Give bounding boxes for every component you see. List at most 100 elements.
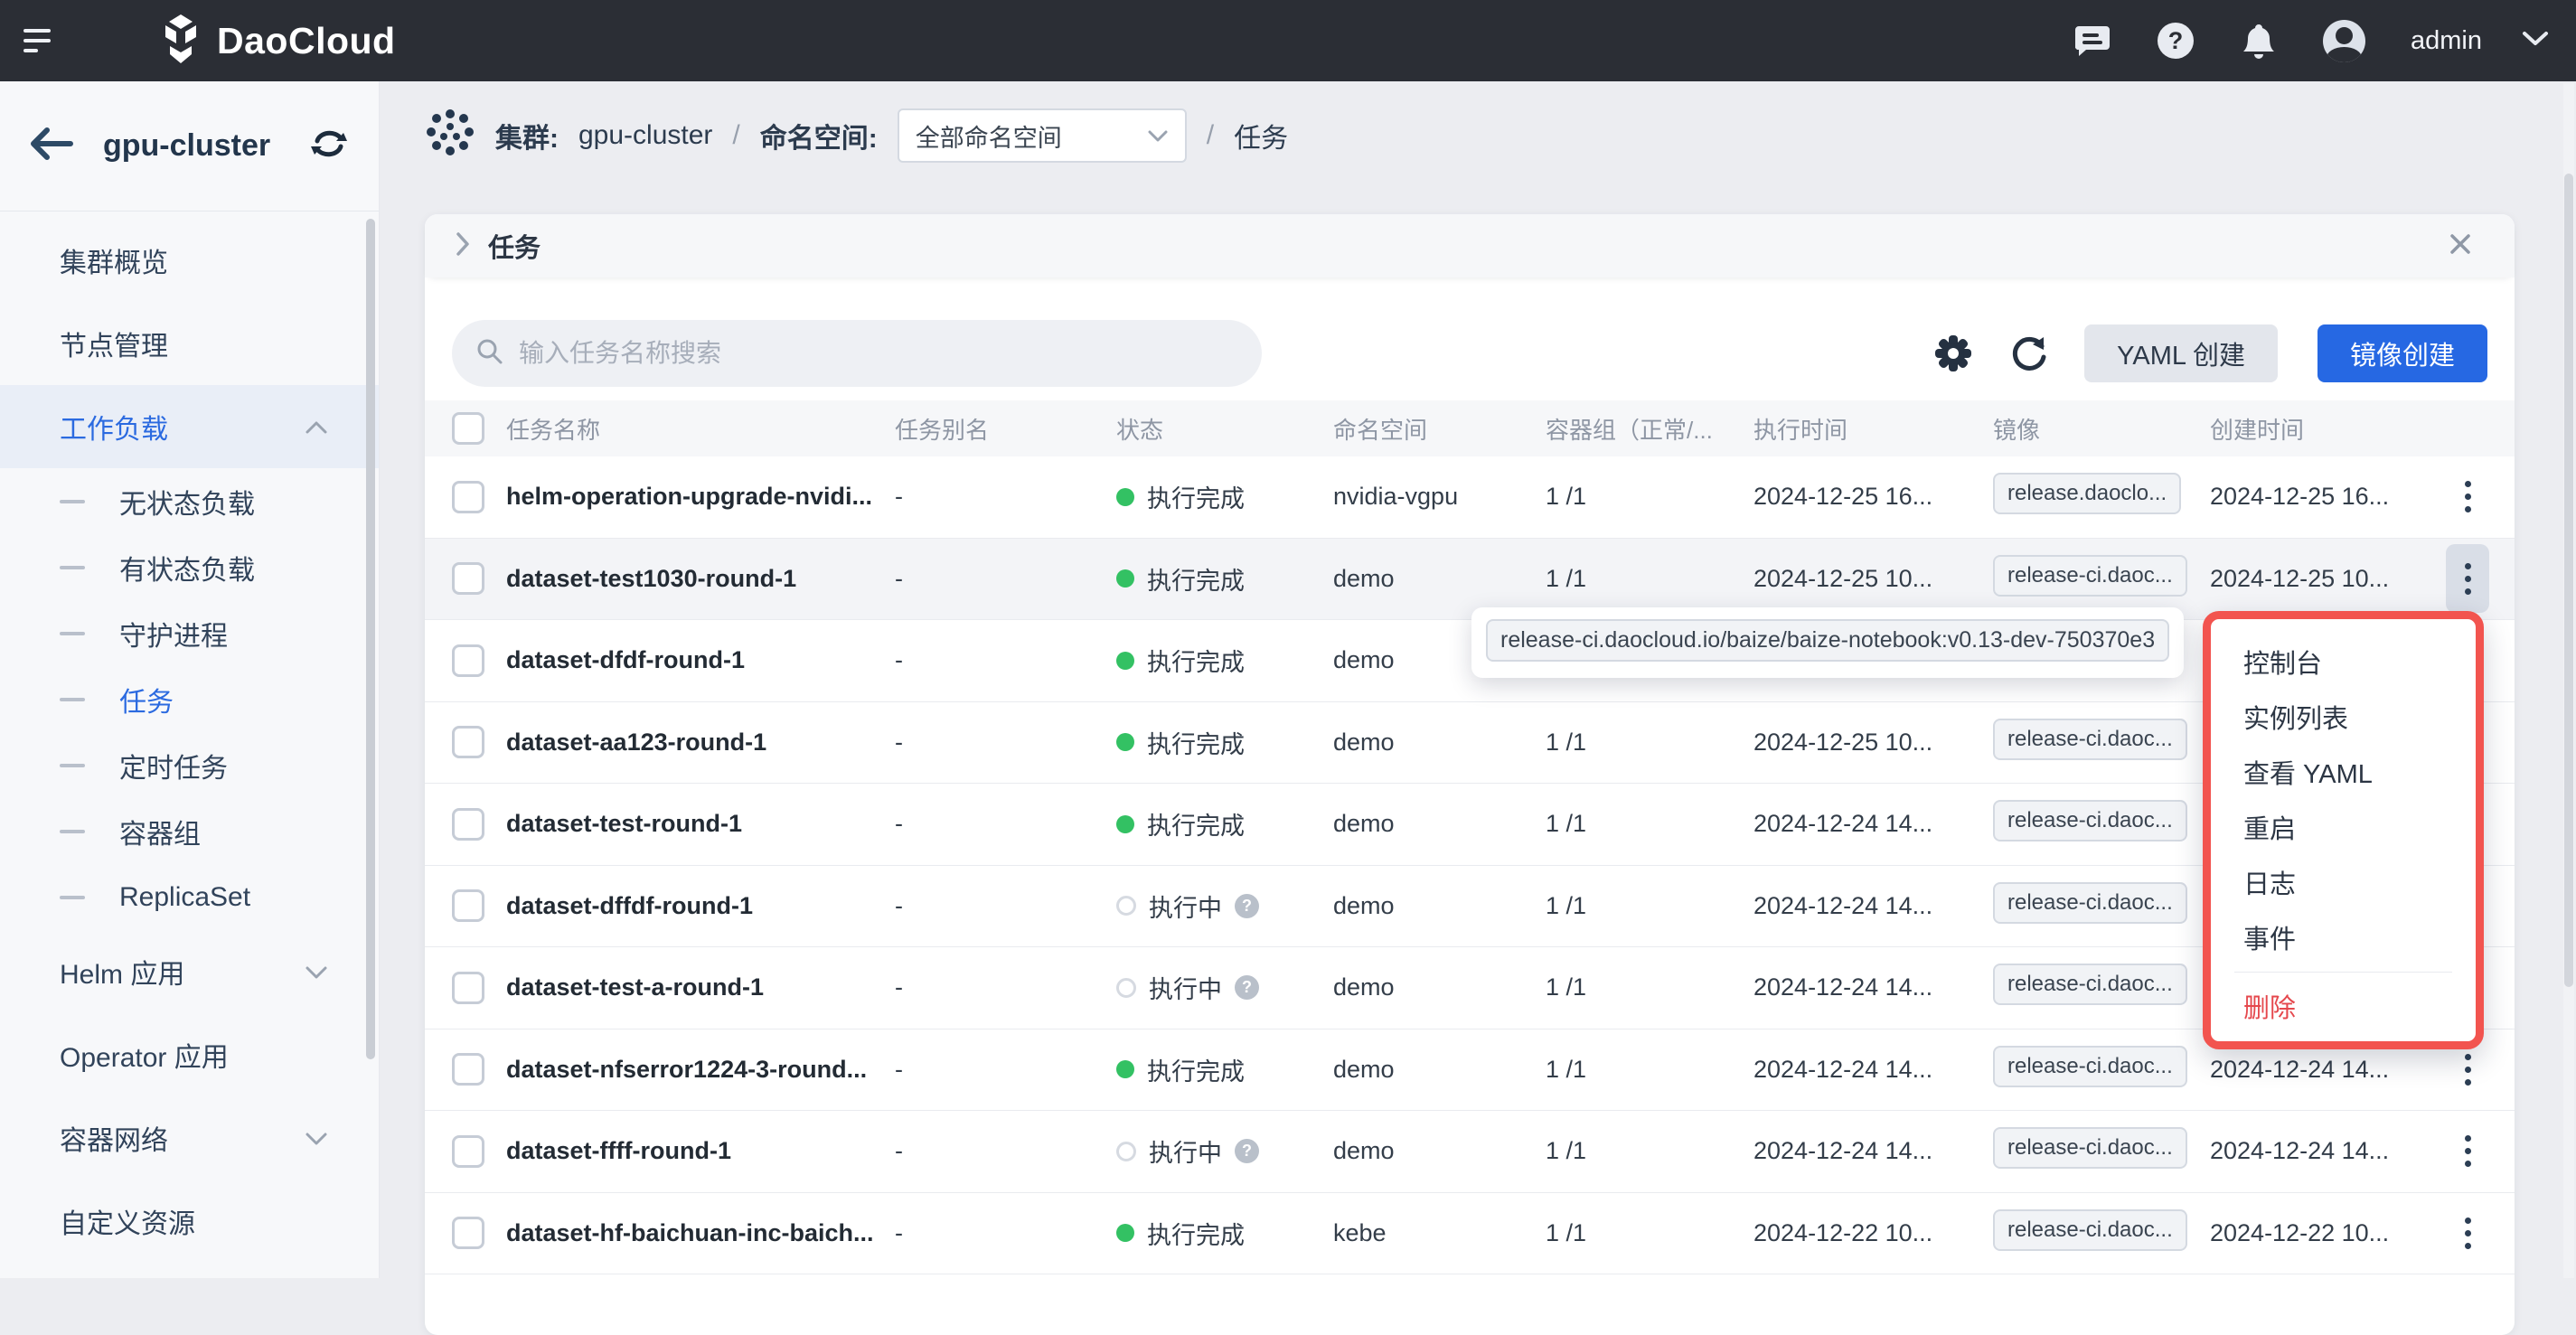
yaml-create-button[interactable]: YAML 创建 (2084, 324, 2278, 382)
sync-icon[interactable] (310, 127, 348, 165)
image-chip[interactable]: release-ci.daoc... (1993, 1209, 2187, 1251)
bell-icon[interactable] (2240, 22, 2278, 60)
kebab-icon[interactable] (2446, 1199, 2489, 1267)
row-checkbox[interactable] (452, 644, 484, 677)
dash-icon (60, 896, 85, 899)
close-icon[interactable] (2448, 231, 2473, 261)
image-cell: release-ci.daoc... (1993, 1209, 2210, 1257)
back-arrow-icon[interactable] (29, 127, 74, 165)
refresh-icon[interactable] (2008, 333, 2050, 374)
context-menu-item-1[interactable]: 实例列表 (2211, 689, 2476, 744)
row-checkbox[interactable] (452, 808, 484, 841)
sidebar-item-label: 自定义资源 (60, 1201, 195, 1241)
job-name-cell[interactable]: dataset-dfdf-round-1 (506, 646, 895, 674)
status-label: 执行完成 (1147, 643, 1245, 678)
sidebar-item-pods[interactable]: 容器组 (0, 798, 379, 864)
row-checkbox[interactable] (452, 481, 484, 513)
sidebar-item-helm-apps[interactable]: Helm 应用 (0, 930, 379, 1013)
sidebar-item-stateless-workloads[interactable]: 无状态负载 (0, 468, 379, 534)
status-cell: 执行完成 (1116, 479, 1333, 514)
job-name-cell[interactable]: dataset-test-round-1 (506, 810, 895, 838)
sidebar-item-replicaset[interactable]: ReplicaSet (0, 864, 379, 930)
image-chip[interactable]: release-ci.daoc... (1993, 1046, 2187, 1087)
sidebar-item-jobs[interactable]: 任务 (0, 666, 379, 732)
job-name-cell[interactable]: dataset-nfserror1224-3-round... (506, 1056, 895, 1084)
job-name-cell[interactable]: dataset-dffdf-round-1 (506, 892, 895, 920)
question-badge-icon[interactable]: ? (1235, 1139, 1259, 1163)
kebab-icon[interactable] (2446, 1117, 2489, 1186)
chevron-up-icon (305, 411, 328, 442)
image-chip[interactable]: release-ci.daoc... (1993, 964, 2187, 1005)
row-checkbox[interactable] (452, 972, 484, 1004)
sidebar-item-cronjobs[interactable]: 定时任务 (0, 732, 379, 798)
table-row: dataset-dfdf-round-1-执行完成demo (425, 620, 2515, 702)
sidebar-menu: 集群概览节点管理工作负载无状态负载有状态负载守护进程任务定时任务容器组Repli… (0, 212, 379, 1263)
table-row: dataset-test-a-round-1-执行中?demo1 /12024-… (425, 947, 2515, 1029)
chevron-right-icon[interactable] (454, 230, 472, 262)
sidebar-scrollbar[interactable] (366, 219, 375, 1059)
sidebar-item-cluster-overview[interactable]: 集群概览 (0, 219, 379, 302)
search-icon (475, 337, 504, 371)
job-name-cell[interactable]: dataset-test-a-round-1 (506, 973, 895, 1001)
row-checkbox[interactable] (452, 562, 484, 595)
created-time-cell: 2024-12-24 14... (2210, 1137, 2440, 1165)
row-checkbox[interactable] (452, 1053, 484, 1086)
image-chip[interactable]: release.daoclo... (1993, 473, 2181, 514)
context-menu-item-4[interactable]: 日志 (2211, 854, 2476, 909)
panel-tab-label[interactable]: 任务 (488, 227, 541, 265)
job-name-cell[interactable]: dataset-aa123-round-1 (506, 729, 895, 757)
chevron-down-icon[interactable] (2522, 31, 2549, 52)
help-icon[interactable]: ? (2157, 22, 2195, 60)
status-label: 执行完成 (1147, 1216, 1245, 1251)
exec-time-cell: 2024-12-24 14... (1753, 1056, 1993, 1084)
kebab-icon[interactable] (2446, 463, 2489, 531)
job-name-cell[interactable]: dataset-hf-baichuan-inc-baich... (506, 1219, 895, 1247)
page-scrollbar[interactable] (2563, 83, 2574, 1278)
search-box[interactable] (452, 320, 1262, 387)
row-checkbox[interactable] (452, 1135, 484, 1168)
job-name-cell[interactable]: helm-operation-upgrade-nvidi... (506, 483, 895, 511)
select-all-checkbox[interactable] (452, 412, 484, 445)
image-chip[interactable]: release-ci.daoc... (1993, 1127, 2187, 1169)
image-chip[interactable]: release-ci.daoc... (1993, 800, 2187, 841)
row-checkbox[interactable] (452, 1217, 484, 1249)
row-checkbox[interactable] (452, 889, 484, 922)
status-cell: 执行中? (1116, 888, 1333, 924)
job-name-cell[interactable]: dataset-test1030-round-1 (506, 565, 895, 593)
context-menu-item-delete[interactable]: 删除 (2211, 980, 2476, 1032)
sidebar-item-operator-apps[interactable]: Operator 应用 (0, 1013, 379, 1096)
job-name-cell[interactable]: dataset-ffff-round-1 (506, 1137, 895, 1165)
chat-icon[interactable] (2073, 22, 2111, 60)
context-menu-item-5[interactable]: 事件 (2211, 909, 2476, 964)
search-input[interactable] (519, 339, 1206, 368)
sidebar-item-stateful-workloads[interactable]: 有状态负载 (0, 534, 379, 600)
image-chip[interactable]: release-ci.daoc... (1993, 555, 2187, 597)
created-time-cell: 2024-12-25 16... (2210, 483, 2440, 511)
question-badge-icon[interactable]: ? (1235, 894, 1259, 918)
image-chip[interactable]: release-ci.daoc... (1993, 719, 2187, 760)
gear-icon[interactable] (1932, 333, 1974, 374)
sidebar-item-custom-resources[interactable]: 自定义资源 (0, 1180, 379, 1263)
breadcrumb-cluster-value[interactable]: gpu-cluster (578, 120, 712, 151)
row-checkbox[interactable] (452, 726, 484, 758)
pods-cell: 1 /1 (1546, 973, 1753, 1001)
sidebar-item-workloads[interactable]: 工作负载 (0, 385, 379, 468)
hamburger-icon[interactable] (24, 23, 51, 59)
image-tooltip: release-ci.daocloud.io/baize/baize-noteb… (1471, 607, 2184, 678)
namespace-select[interactable]: 全部命名空间 (898, 108, 1187, 163)
question-badge-icon[interactable]: ? (1235, 975, 1259, 1000)
avatar[interactable] (2323, 20, 2365, 62)
kebab-icon[interactable] (2446, 544, 2489, 613)
sidebar-item-node-management[interactable]: 节点管理 (0, 302, 379, 385)
image-create-button[interactable]: 镜像创建 (2317, 324, 2487, 382)
status-label: 执行中 (1149, 1133, 1222, 1169)
context-menu-item-3[interactable]: 重启 (2211, 799, 2476, 854)
sidebar-item-daemonsets[interactable]: 守护进程 (0, 600, 379, 666)
context-menu-item-0[interactable]: 控制台 (2211, 634, 2476, 689)
sidebar-item-container-network[interactable]: 容器网络 (0, 1096, 379, 1180)
status-cell: 执行完成 (1116, 1052, 1333, 1087)
row-context-menu: 控制台实例列表查看 YAML重启日志事件删除 (2203, 611, 2484, 1049)
image-chip[interactable]: release-ci.daoc... (1993, 882, 2187, 924)
context-menu-item-2[interactable]: 查看 YAML (2211, 744, 2476, 799)
actions-cell (2440, 1199, 2515, 1267)
